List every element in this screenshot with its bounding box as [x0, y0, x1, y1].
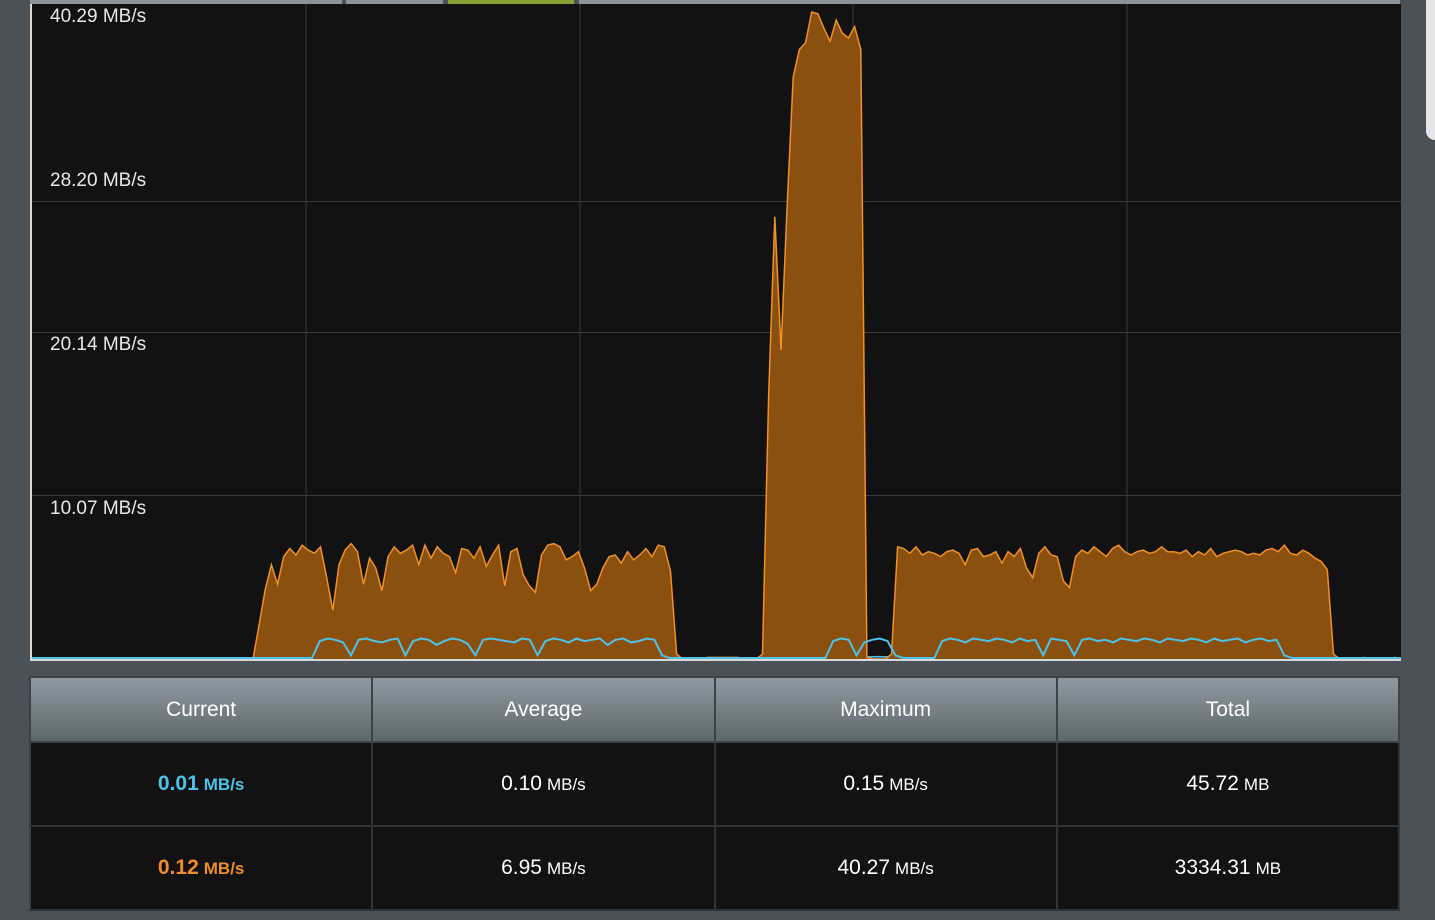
col-header-current: Current [28, 676, 374, 743]
rx-current-unit: MB/s [203, 775, 245, 794]
tx-maximum-cell: 40.27 MB/s [714, 826, 1058, 911]
tx-average-cell: 6.95 MB/s [372, 826, 716, 911]
tx-average-unit: MB/s [546, 859, 586, 878]
y-tick-label: 20.14 MB/s [50, 334, 147, 355]
traffic-stats-table: Current Average Maximum Total 0.01 MB/s 0… [28, 676, 1401, 911]
rx-current-cell: 0.01 MB/s [30, 742, 374, 827]
rx-total-cell: 45.72 MB [1056, 742, 1401, 827]
col-header-total: Total [1055, 676, 1401, 743]
col-header-maximum: Maximum [713, 676, 1058, 743]
scrollbar[interactable] [1426, 0, 1435, 140]
table-row-tx: 0.12 MB/s 6.95 MB/s 40.27 MB/s 3334.31 MB [30, 826, 1401, 911]
rx-total-value: 45.72 [1186, 772, 1239, 795]
y-tick-label: 10.07 MB/s [50, 498, 147, 519]
rx-average-cell: 0.10 MB/s [372, 742, 716, 827]
rx-maximum-value: 0.15 [843, 772, 885, 795]
tx-total-value: 3334.31 [1174, 856, 1251, 879]
rx-maximum-unit: MB/s [889, 775, 928, 794]
y-tick-label: 28.20 MB/s [50, 170, 147, 191]
traffic-chart: 40.29 MB/s 28.20 MB/s 20.14 MB/s 10.07 M… [30, 4, 1401, 661]
tx-current-unit: MB/s [203, 859, 245, 878]
tx-current-cell: 0.12 MB/s [30, 826, 374, 911]
rx-current-value: 0.01 [157, 772, 199, 795]
tx-maximum-unit: MB/s [895, 859, 934, 878]
table-row-rx: 0.01 MB/s 0.10 MB/s 0.15 MB/s 45.72 MB [30, 742, 1401, 827]
table-header-row: Current Average Maximum Total [28, 676, 1401, 743]
tx-total-cell: 3334.31 MB [1056, 826, 1401, 911]
rx-total-unit: MB [1243, 775, 1270, 794]
rx-maximum-cell: 0.15 MB/s [714, 742, 1058, 827]
tx-average-value: 6.95 [501, 856, 542, 879]
tx-total-unit: MB [1255, 859, 1282, 878]
series-area [32, 12, 1401, 659]
col-header-average: Average [371, 676, 716, 743]
y-tick-label: 40.29 MB/s [50, 6, 147, 27]
traffic-chart-svg [32, 4, 1401, 659]
tx-current-value: 0.12 [157, 856, 199, 879]
rx-average-unit: MB/s [546, 775, 586, 794]
rx-average-value: 0.10 [501, 772, 542, 795]
tx-maximum-value: 40.27 [837, 856, 891, 879]
